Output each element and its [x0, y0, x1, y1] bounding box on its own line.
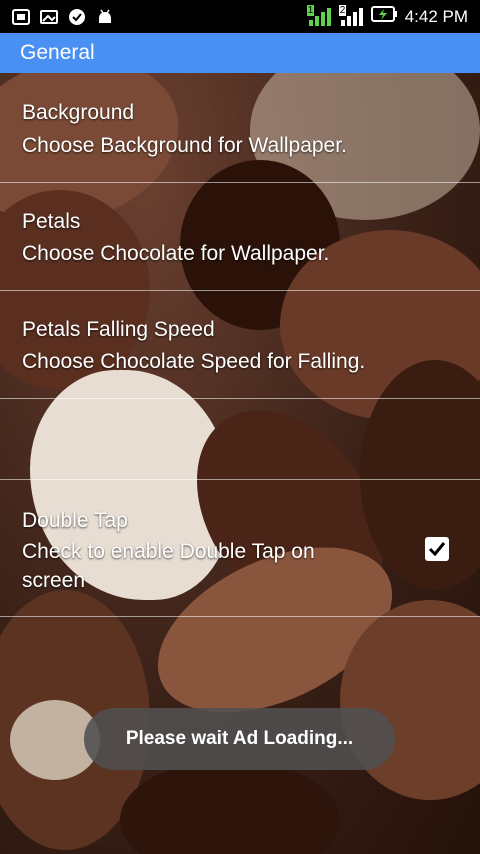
- sim2-label: 2: [338, 4, 347, 16]
- sim1-label: 1: [306, 4, 315, 16]
- page-title: General: [20, 41, 95, 64]
- setting-subtitle: Choose Chocolate Speed for Falling.: [22, 350, 366, 373]
- setting-petals-falling-speed[interactable]: Petals Falling Speed Choose Chocolate Sp…: [0, 291, 480, 399]
- setting-petals[interactable]: Petals Choose Chocolate for Wallpaper.: [0, 183, 480, 291]
- setting-subtitle: Choose Chocolate for Wallpaper.: [22, 242, 330, 265]
- signal-sim1-icon: 1: [306, 4, 333, 27]
- setting-subtitle-continued: screen: [22, 569, 86, 592]
- gallery-icon: [40, 9, 58, 25]
- toast-text: Please wait Ad Loading...: [125, 728, 354, 749]
- setting-title: Background: [22, 101, 135, 124]
- checkmark-icon: [428, 542, 446, 557]
- setting-subtitle: Check to enable Double Tap on: [22, 540, 315, 563]
- toast-message: Please wait Ad Loading...: [84, 708, 395, 770]
- setting-subtitle: Choose Background for Wallpaper.: [22, 134, 347, 157]
- double-tap-checkbox[interactable]: [425, 537, 449, 561]
- android-debug-icon: [96, 9, 114, 25]
- setting-title: Petals Falling Speed: [22, 318, 215, 341]
- signal-sim2-icon: 2: [338, 4, 365, 27]
- battery-charging-icon: [370, 5, 399, 28]
- settings-category-header: General: [0, 33, 480, 73]
- setting-title: Double Tap: [22, 509, 128, 532]
- empty-setting-row: [0, 399, 480, 480]
- setting-title: Petals: [22, 210, 81, 233]
- screen-share-icon: [12, 8, 30, 25]
- setting-background[interactable]: Background Choose Background for Wallpap…: [0, 73, 480, 183]
- check-badge-icon: [68, 8, 86, 25]
- clock: 4:42 PM: [404, 6, 468, 26]
- setting-double-tap[interactable]: Double Tap Check to enable Double Tap on…: [0, 480, 480, 617]
- status-bar: 1 2 4:42 PM: [0, 0, 480, 33]
